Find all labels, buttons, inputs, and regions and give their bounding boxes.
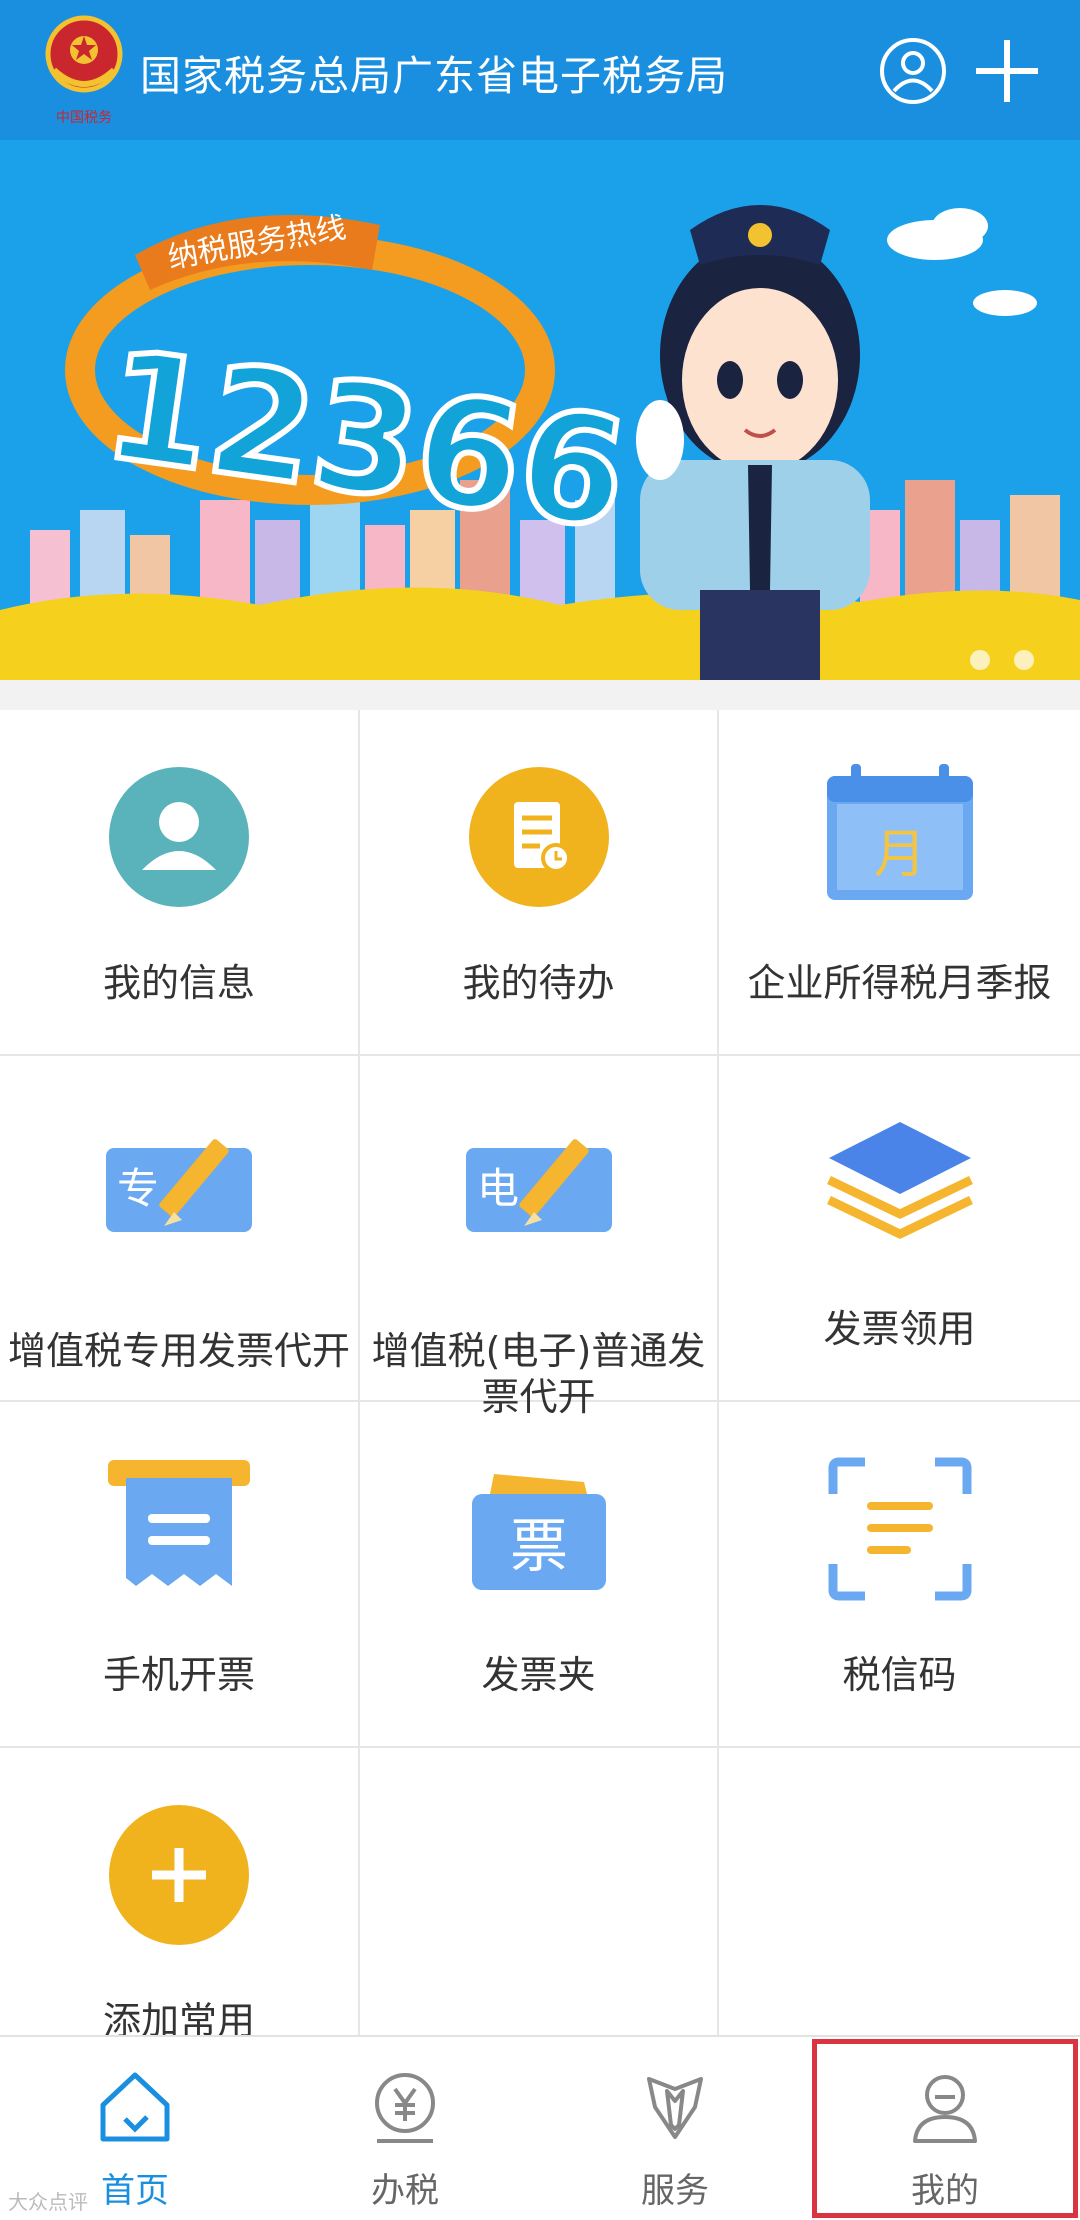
pager-dot — [1014, 650, 1034, 670]
pager-dot — [970, 650, 990, 670]
svg-text:票: 票 — [509, 1512, 567, 1580]
grid-item-invoice-wallet[interactable]: 票 发票夹 — [360, 1402, 719, 1748]
grid-empty-cell — [719, 1748, 1080, 2035]
nav-label: 我的 — [911, 2171, 979, 2211]
layers-icon — [826, 1122, 973, 1239]
quick-function-grid: 我的信息 我的待办 月 企业所得税月季报 专 增值税专用发票代开 电 增值税(电… — [0, 710, 1080, 2035]
user-profile-icon — [913, 2075, 977, 2143]
grid-item-label: 手机开票 — [102, 1653, 255, 1697]
special-invoice-icon: 专 — [106, 1139, 252, 1232]
watermark: 大众点评 — [8, 2190, 88, 2214]
grid-item-label: 税信码 — [842, 1653, 957, 1697]
grid-item-electronic-invoice[interactable]: 电 增值税(电子)普通发票代开 — [360, 1056, 719, 1419]
grid-item-label: 发票领用 — [823, 1307, 976, 1351]
grid-item-my-info[interactable]: 我的信息 — [0, 710, 360, 1056]
nav-label: 办税 — [371, 2171, 439, 2211]
add-circle-icon — [109, 1805, 249, 1945]
nav-mine[interactable]: 我的 — [810, 2037, 1080, 2220]
tax-yen-icon — [375, 2073, 435, 2143]
tax-emblem-icon: 中国税务 — [45, 15, 123, 126]
invoice-wallet-icon: 票 — [471, 1474, 606, 1590]
grid-item-tax-credit-code[interactable]: 税信码 — [719, 1402, 1080, 1748]
svg-text:中国税务: 中国税务 — [56, 110, 112, 126]
grid-item-label: 企业所得税月季报 — [747, 961, 1052, 1005]
my-info-icon — [109, 767, 249, 907]
electronic-invoice-icon: 电 — [465, 1139, 612, 1232]
grid-item-invoice-claim[interactable]: 发票领用 — [719, 1056, 1080, 1402]
mobile-invoice-icon — [108, 1460, 250, 1586]
grid-item-special-invoice[interactable]: 专 增值税专用发票代开 — [0, 1056, 360, 1402]
app-header: 中国税务 国家税务总局广东省电子税务局 — [0, 0, 1080, 140]
grid-item-label: 我的信息 — [102, 961, 255, 1005]
grid-empty-cell — [360, 1748, 719, 2035]
service-tie-icon — [647, 2077, 703, 2139]
scan-code-icon — [828, 1457, 971, 1601]
svg-text:月: 月 — [873, 825, 925, 885]
nav-tax[interactable]: 办税 — [270, 2037, 540, 2220]
my-todo-icon — [468, 767, 609, 907]
banner-illustration: 纳税服务热线 12366 — [0, 140, 1080, 680]
app-title: 国家税务总局广东省电子税务局 — [140, 52, 728, 100]
promo-banner[interactable]: 纳税服务热线 12366 — [0, 140, 1080, 680]
grid-item-my-todo[interactable]: 我的待办 — [360, 710, 719, 1056]
bottom-navigation: 首页 办税 服务 我的 — [0, 2035, 1080, 2220]
svg-text:专: 专 — [117, 1164, 159, 1213]
section-divider — [0, 680, 1080, 710]
grid-item-label: 增值税专用发票代开 — [7, 1329, 350, 1373]
user-circle-icon[interactable] — [878, 36, 948, 106]
nav-label: 服务 — [641, 2171, 709, 2211]
calendar-month-icon: 月 — [826, 764, 973, 900]
grid-item-add-favorite[interactable]: 添加常用 — [0, 1748, 360, 2035]
grid-item-label: 发票夹 — [481, 1653, 596, 1697]
grid-item-label: 我的待办 — [462, 961, 615, 1005]
plus-icon[interactable] — [972, 36, 1042, 106]
nav-service[interactable]: 服务 — [540, 2037, 810, 2220]
grid-item-cit-report[interactable]: 月 企业所得税月季报 — [719, 710, 1080, 1056]
grid-item-label: 添加常用 — [102, 1999, 255, 2035]
svg-text:电: 电 — [476, 1164, 518, 1213]
home-icon — [100, 2072, 170, 2142]
grid-item-mobile-invoice[interactable]: 手机开票 — [0, 1402, 360, 1748]
